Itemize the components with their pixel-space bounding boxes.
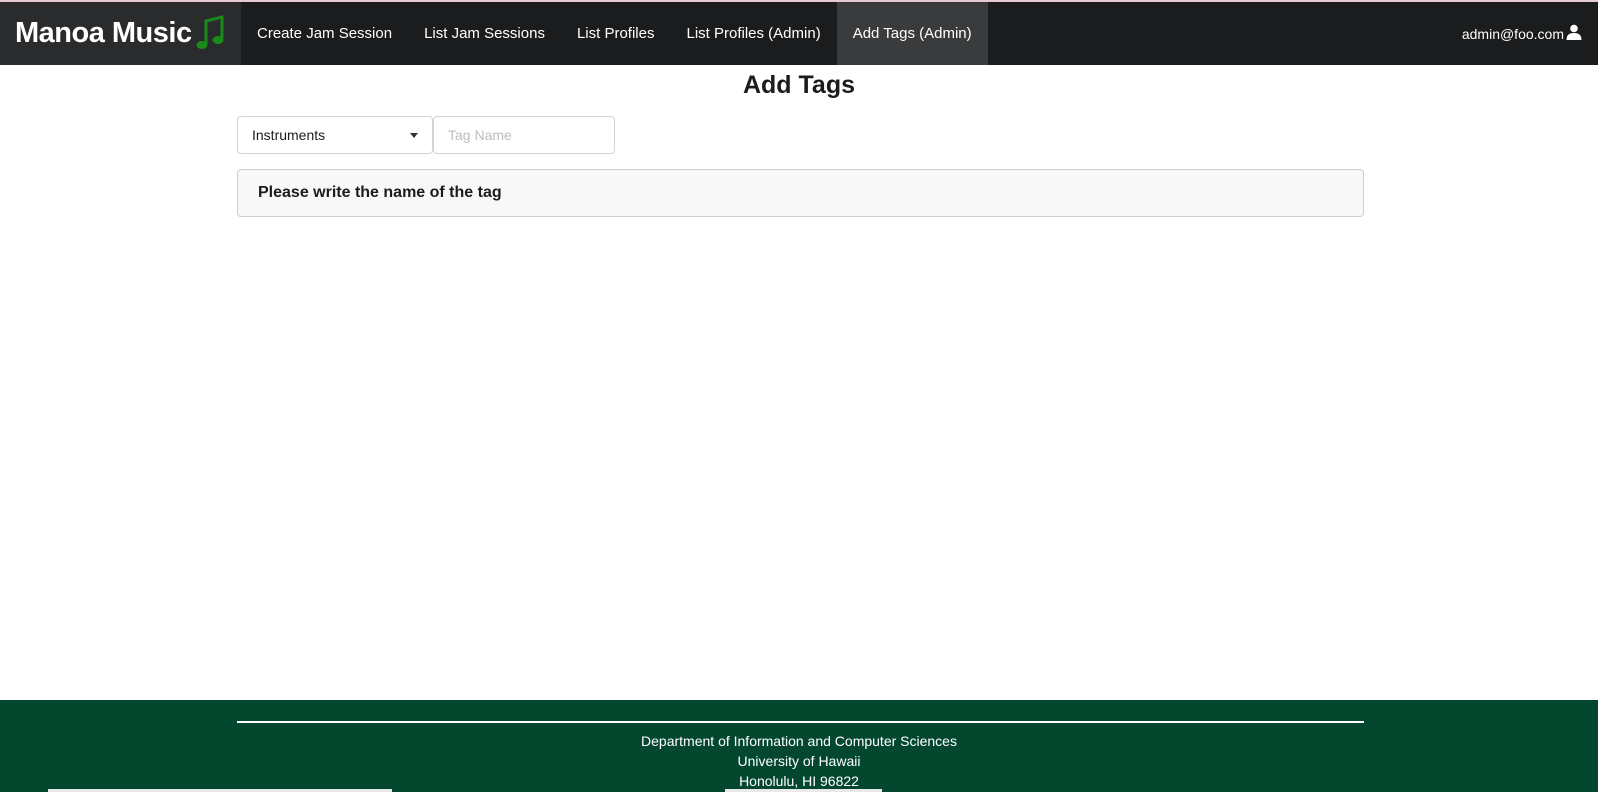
category-select[interactable]: Instruments xyxy=(237,116,433,154)
top-navbar: Manoa Music Create Jam Session List Jam … xyxy=(0,2,1598,65)
footer-department: Department of Information and Computer S… xyxy=(641,733,957,749)
add-tag-form: Instruments xyxy=(237,116,615,154)
nav-list-profiles-admin[interactable]: List Profiles (Admin) xyxy=(670,2,836,65)
validation-message-text: Please write the name of the tag xyxy=(258,184,502,201)
footer-divider xyxy=(237,721,1364,723)
user-menu[interactable]: admin@foo.com xyxy=(1462,2,1598,65)
chevron-down-icon xyxy=(410,132,418,138)
brand-title: Manoa Music xyxy=(15,17,192,49)
nav-list-jam-sessions[interactable]: List Jam Sessions xyxy=(408,2,561,65)
user-email: admin@foo.com xyxy=(1461,25,1564,42)
user-icon xyxy=(1564,24,1582,43)
navbar-spacer xyxy=(988,2,1462,65)
nav-create-jam-session[interactable]: Create Jam Session xyxy=(241,2,408,65)
footer-university: University of Hawaii xyxy=(737,753,861,769)
page-title: Add Tags xyxy=(742,71,856,99)
brand-link[interactable]: Manoa Music xyxy=(0,2,241,65)
nav-add-tags-admin[interactable]: Add Tags (Admin) xyxy=(836,2,988,65)
footer: Department of Information and Computer S… xyxy=(0,700,1598,792)
footer-city: Honolulu, HI 96822 xyxy=(739,773,859,789)
footer-address: Department of Information and Computer S… xyxy=(0,731,1598,791)
category-selected-value: Instruments xyxy=(252,127,326,143)
tag-name-input[interactable] xyxy=(433,116,615,154)
validation-message: Please write the name of the tag xyxy=(237,169,1364,217)
nav-list-profiles[interactable]: List Profiles xyxy=(561,2,671,65)
music-note-icon xyxy=(196,14,226,53)
